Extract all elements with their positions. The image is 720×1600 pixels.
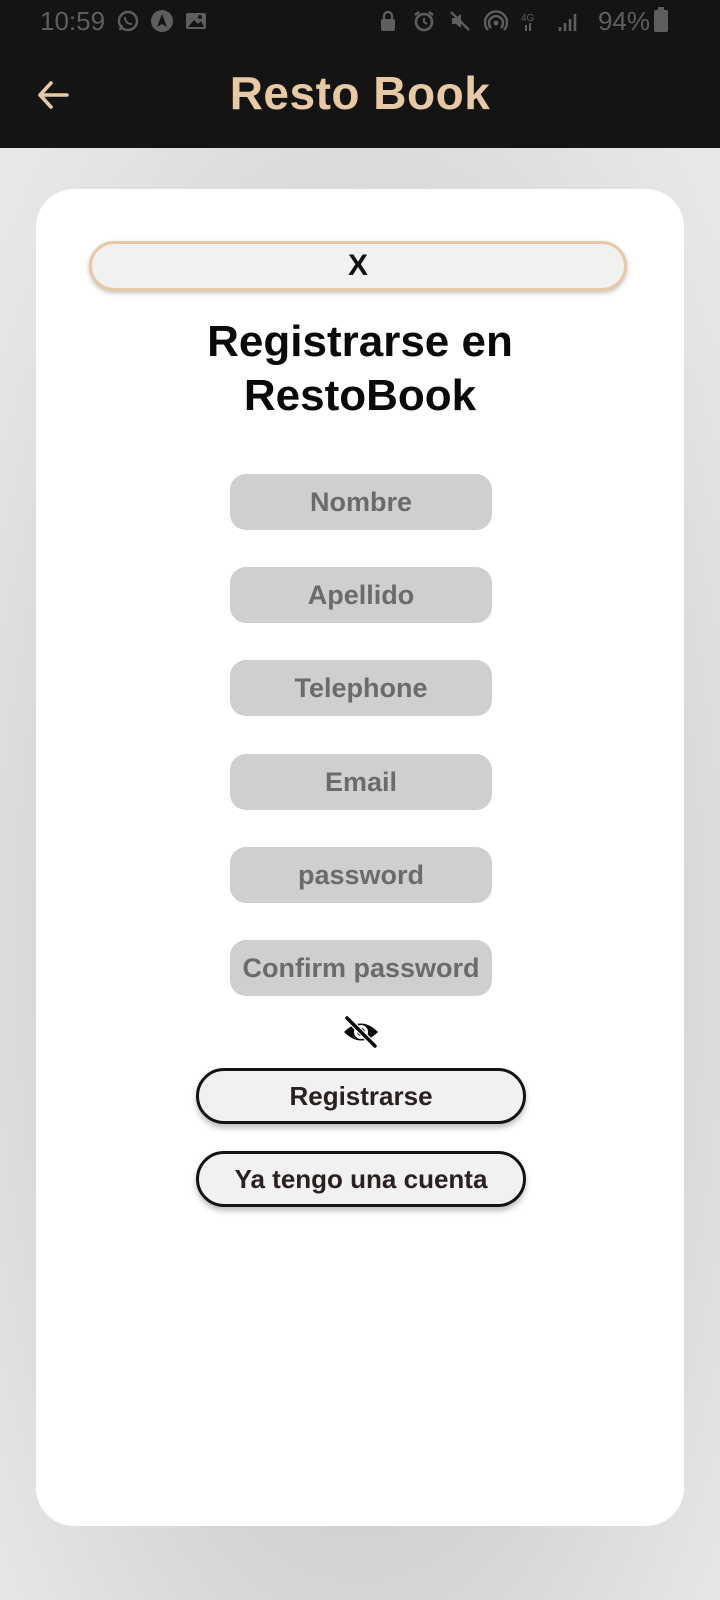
battery-icon [654,7,668,32]
mute-icon [450,11,470,31]
confirm-password-input[interactable] [230,940,492,996]
form-title: Registrarse en RestoBook [36,315,684,423]
lock-icon [381,10,395,31]
first-name-input[interactable] [230,474,492,530]
app-title: Resto Book [229,67,491,119]
svg-text:4G: 4G [521,13,535,24]
4g-icon: 4G [521,13,535,31]
form-title-line1: Registrarse en [207,317,513,366]
register-button[interactable]: Registrarse [196,1068,526,1124]
phone-input[interactable] [230,660,492,716]
have-account-button[interactable]: Ya tengo una cuenta [196,1151,526,1207]
hotspot-icon [484,10,508,31]
battery-percent: 94% [597,6,650,36]
gallery-icon [186,13,206,29]
notification-icons [116,9,208,33]
register-modal: X Registrarse en RestoBook Registrarse Y… [36,189,684,1526]
close-modal-button[interactable]: X [89,241,627,291]
status-time: 10:59 [40,6,106,36]
whatsapp-icon [117,10,139,32]
form-title-line2: RestoBook [243,371,477,420]
alarm-icon [414,11,434,32]
last-name-input[interactable] [230,567,492,623]
navigation-app-icon [151,10,173,32]
status-bar: 10:59 4G 94% [0,0,720,44]
password-visibility-toggle[interactable] [342,1015,380,1049]
signal-icon [558,14,577,31]
eye-slash-icon [344,1015,378,1049]
app-bar: Resto Book [0,44,720,148]
password-input[interactable] [230,847,492,903]
system-status-icons: 4G [376,9,580,33]
email-input[interactable] [230,754,492,810]
